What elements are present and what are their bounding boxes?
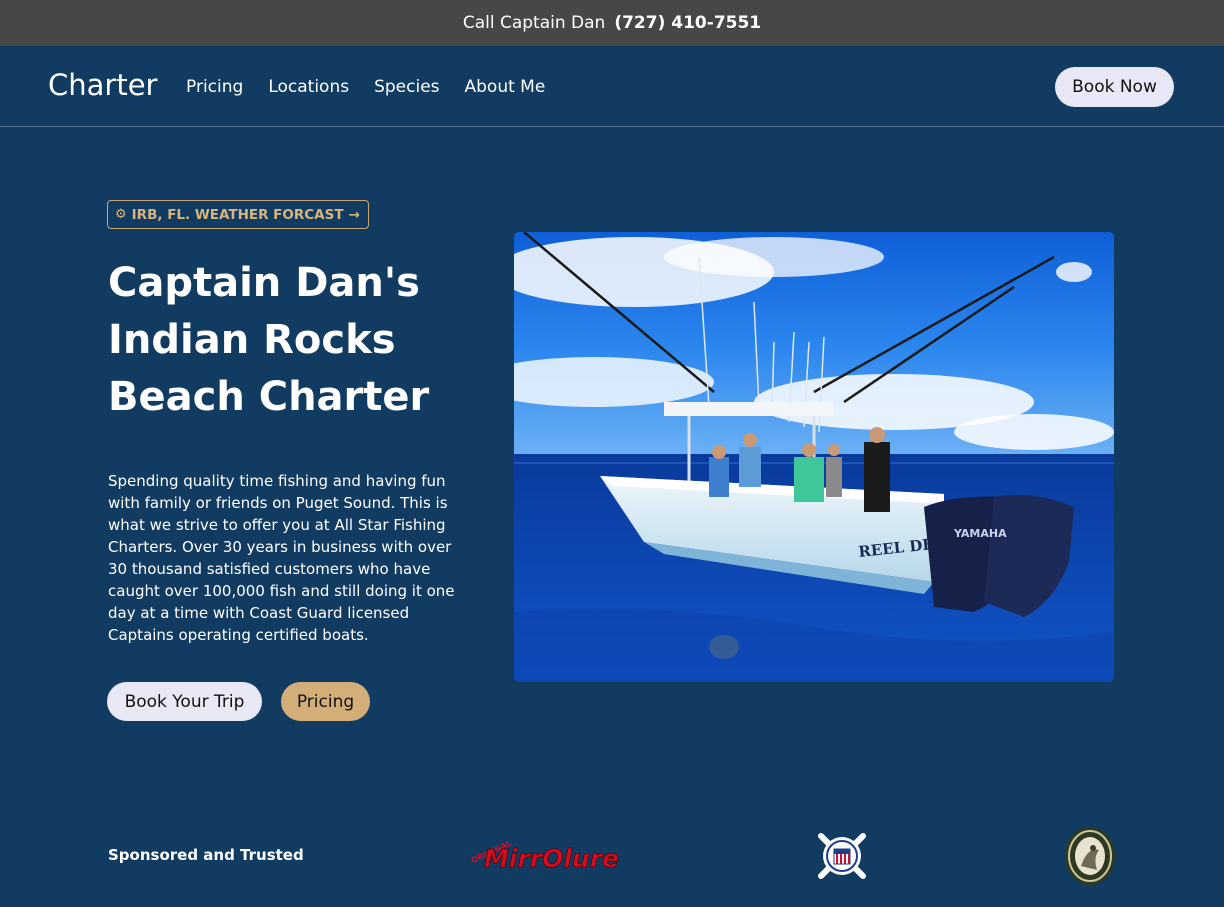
hero-boat-image: REEL DEAL YAMAHA: [514, 232, 1114, 682]
book-now-button[interactable]: Book Now: [1055, 67, 1174, 107]
hero-description: Spending quality time fishing and having…: [108, 472, 455, 644]
nav-links: Pricing Locations Species About Me: [186, 77, 570, 97]
mirrolure-logo: ORIGINAL MirrOlure: [470, 834, 622, 876]
arrow-right-icon: →: [348, 206, 360, 223]
weather-link-label: IRB, FL. WEATHER FORCAST: [131, 206, 344, 223]
weather-forecast-link[interactable]: ⚙ IRB, FL. WEATHER FORCAST →: [107, 200, 369, 229]
engine-brand-text: YAMAHA: [953, 527, 1007, 540]
nav-link-locations[interactable]: Locations: [268, 77, 349, 97]
brand-logo[interactable]: Charter: [48, 68, 157, 102]
coast-guard-logo: [813, 828, 871, 884]
page-title: Captain Dan's Indian Rocks Beach Charter: [108, 260, 430, 420]
phone-link[interactable]: (727) 410-7551: [614, 13, 761, 33]
pricing-button[interactable]: Pricing: [281, 682, 370, 721]
gear-icon: ⚙: [115, 207, 127, 222]
top-bar: Call Captain Dan (727) 410-7551: [0, 0, 1224, 46]
book-your-trip-button[interactable]: Book Your Trip: [107, 682, 262, 721]
call-text: Call Captain Dan: [462, 13, 606, 33]
fwc-logo: [1063, 826, 1117, 886]
nav-link-species[interactable]: Species: [374, 77, 439, 97]
main-nav: Charter Pricing Locations Species About …: [0, 46, 1224, 127]
nav-link-pricing[interactable]: Pricing: [186, 77, 243, 97]
sponsors-label: Sponsored and Trusted: [108, 846, 304, 864]
mirrolure-text: MirrOlure: [484, 844, 619, 873]
nav-link-about-me[interactable]: About Me: [465, 77, 546, 97]
